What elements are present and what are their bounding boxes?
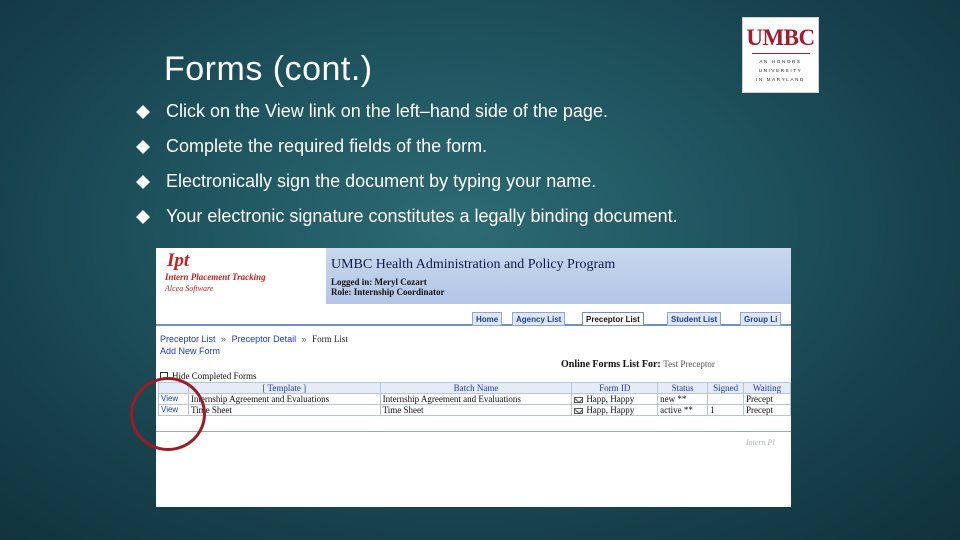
ipt-logo: Ipt Intern Placement Tracking Alcea Soft… — [159, 250, 319, 302]
bullet-item: Complete the required fields of the form… — [136, 129, 786, 164]
column-header-status[interactable]: Status — [657, 382, 709, 394]
table-cell: Precept — [743, 404, 791, 416]
table-divider — [156, 431, 791, 432]
umbc-logo-line: IN MARYLAND — [756, 77, 805, 82]
forms-list-owner: Test Preceptor — [663, 359, 715, 369]
bullet-item: Click on the View link on the left–hand … — [136, 94, 786, 129]
breadcrumb: Preceptor List » Preceptor Detail » Form… — [160, 334, 348, 344]
app-header: Ipt Intern Placement Tracking Alcea Soft… — [156, 248, 791, 305]
ipt-logo-subtitle: Intern Placement Tracking — [165, 272, 266, 282]
slide-title: Forms (cont.) — [164, 50, 373, 88]
table-cell: Internship Agreement and Evaluations — [187, 393, 381, 405]
table-cell: Time Sheet — [187, 404, 381, 416]
table-cell: 1 — [707, 404, 745, 416]
column-header-form-id[interactable]: Form ID — [571, 382, 659, 394]
column-header-signed[interactable]: Signed — [707, 382, 745, 394]
breadcrumb-preceptor-list[interactable]: Preceptor List — [160, 334, 216, 344]
column-header-template[interactable]: [ Template ] — [187, 382, 381, 394]
bullet-text: Click on the View link on the left–hand … — [166, 101, 608, 121]
bullet-text: Your electronic signature constitutes a … — [166, 206, 678, 226]
table-cell: new ** — [657, 393, 709, 405]
ipt-logo-vendor: Alcea Software — [165, 284, 214, 293]
table-cell-form-id: Happ, Happy — [571, 404, 659, 416]
column-header-waiting[interactable]: Waiting — [743, 382, 791, 394]
bullet-item: Your electronic signature constitutes a … — [136, 199, 786, 234]
highlight-circle — [130, 377, 206, 451]
diamond-bullet-icon — [136, 138, 166, 156]
user-role: Role: Internship Coordinator — [331, 287, 445, 297]
bullet-item: Electronically sign the document by typi… — [136, 164, 786, 199]
app-name: UMBC Health Administration and Policy Pr… — [331, 257, 616, 272]
diamond-bullet-icon — [136, 208, 166, 226]
table-cell-form-id: Happ, Happy — [571, 393, 659, 405]
form-id-text: Happ, Happy — [586, 405, 635, 415]
ipt-logo-text: Ipt — [167, 250, 190, 271]
app-banner: UMBC Health Administration and Policy Pr… — [326, 248, 791, 304]
table-cell: Time Sheet — [379, 404, 573, 416]
forms-list-title: Online Forms List For: Test Preceptor — [561, 359, 715, 370]
breadcrumb-form-list: Form List — [312, 334, 348, 344]
breadcrumb-separator: » — [221, 334, 227, 344]
table-row: View Internship Agreement and Evaluation… — [158, 393, 791, 405]
tab-agency-list[interactable]: Agency List — [512, 312, 566, 326]
column-header-batch-name[interactable]: Batch Name — [379, 382, 573, 394]
bullet-list: Click on the View link on the left–hand … — [136, 94, 786, 234]
table-cell: Precept — [743, 393, 791, 405]
table-row: View Time Sheet Time Sheet Happ, Happy a… — [158, 404, 791, 416]
bullet-text: Electronically sign the document by typi… — [166, 171, 597, 191]
envelope-icon — [574, 396, 584, 403]
table-cell: Internship Agreement and Evaluations — [379, 393, 573, 405]
tab-bar: Home Agency List Preceptor List Student … — [156, 310, 791, 326]
umbc-logo-line: AN HONORS — [759, 59, 802, 64]
diamond-bullet-icon — [136, 173, 166, 191]
forms-list-heading: Online Forms List For: — [561, 359, 661, 370]
breadcrumb-separator: » — [301, 334, 307, 344]
logged-in-user: Logged in: Meryl Cozart — [331, 277, 427, 287]
tab-home[interactable]: Home — [472, 312, 503, 326]
tab-group-list[interactable]: Group Li — [740, 312, 782, 326]
table-cell — [707, 393, 745, 405]
table-cell: active ** — [657, 404, 709, 416]
table-header-row: [ Template ] Batch Name Form ID Status S… — [158, 382, 791, 394]
add-new-form-link[interactable]: Add New Form — [160, 346, 220, 356]
bullet-text: Complete the required fields of the form… — [166, 136, 488, 156]
forms-table: [ Template ] Batch Name Form ID Status S… — [158, 382, 791, 416]
tab-preceptor-list[interactable]: Preceptor List — [582, 312, 644, 326]
envelope-icon — [574, 407, 584, 414]
app-footer-note: Intern Pl — [746, 438, 775, 447]
umbc-logo-wordmark: UMBC — [746, 25, 815, 50]
hide-completed-label: Hide Completed Forms — [172, 371, 257, 381]
umbc-logo-rule — [751, 53, 810, 54]
diamond-bullet-icon — [136, 103, 166, 121]
tab-student-list[interactable]: Student List — [667, 312, 722, 326]
umbc-logo-line: UNIVERSITY — [758, 68, 803, 73]
form-id-text: Happ, Happy — [586, 394, 635, 404]
breadcrumb-preceptor-detail[interactable]: Preceptor Detail — [232, 334, 297, 344]
app-screenshot: Ipt Intern Placement Tracking Alcea Soft… — [156, 248, 791, 507]
umbc-logo: UMBC AN HONORS UNIVERSITY IN MARYLAND — [742, 17, 819, 93]
